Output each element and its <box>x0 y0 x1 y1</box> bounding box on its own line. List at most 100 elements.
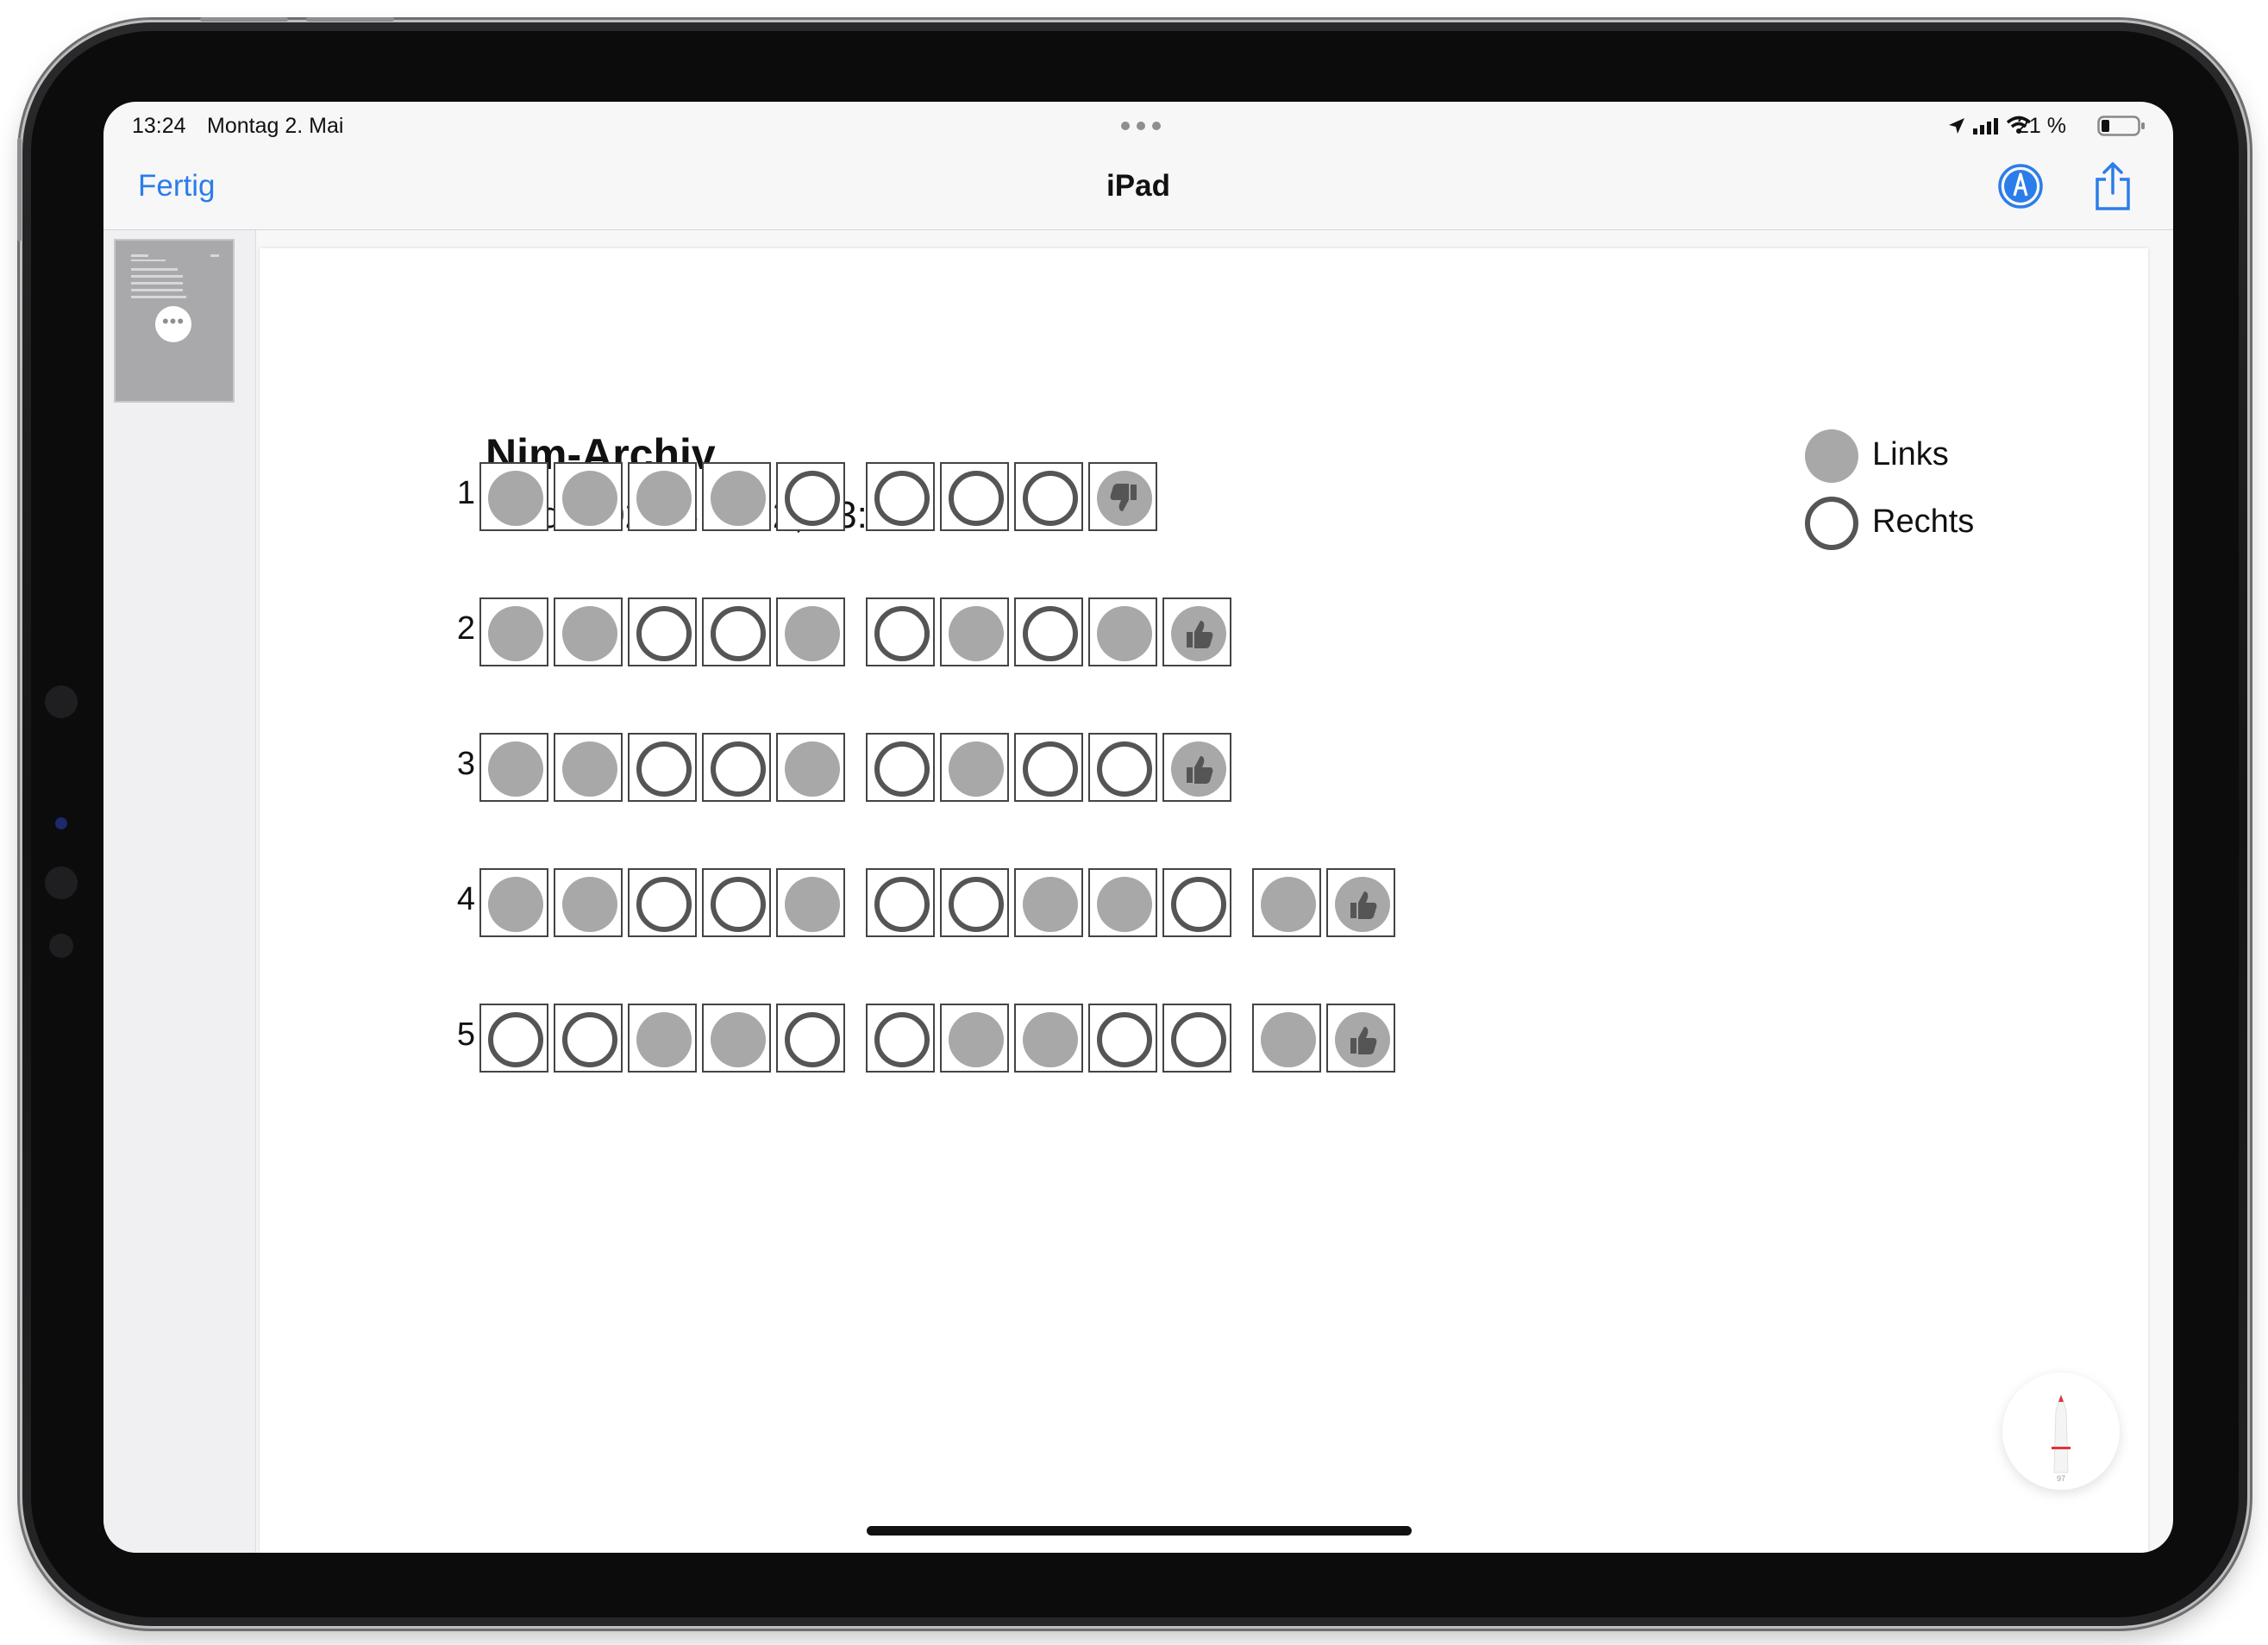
filled-token-icon <box>562 741 617 797</box>
move-cell-rechts <box>866 462 935 531</box>
filled-token-icon <box>488 877 543 932</box>
outline-token-icon <box>785 471 840 526</box>
move-cell-links <box>554 868 623 937</box>
move-cell-rechts <box>628 597 697 666</box>
document-page: Nim-Archiv iPad – 02.05.2022, 13:23 Link… <box>260 248 2148 1553</box>
markup-pen-icon[interactable] <box>1996 162 2045 210</box>
move-cell-links <box>554 733 623 802</box>
navigation-bar: Fertig iPad <box>103 150 2173 230</box>
game-archive: 1 2 3 4 5 <box>260 248 2148 1553</box>
filled-token-icon <box>488 741 543 797</box>
move-cell-rechts <box>479 1004 548 1073</box>
pencil-icon[interactable]: 97 <box>2002 1373 2120 1490</box>
status-indicators: 21 % <box>1947 112 2146 138</box>
camera-sensor-1 <box>45 685 78 718</box>
filled-token-icon <box>711 1012 766 1067</box>
move-cell-links <box>1014 1004 1083 1073</box>
filled-token-icon <box>1261 877 1316 932</box>
move-cell-links <box>940 1004 1009 1073</box>
thumbs-up-icon <box>1335 877 1390 932</box>
move-cell-rechts <box>702 597 771 666</box>
document-name-title: iPad <box>1106 169 1170 203</box>
move-cell-rechts <box>776 462 845 531</box>
outline-token-icon <box>874 877 930 932</box>
filled-token-icon <box>1097 877 1152 932</box>
filled-token-icon <box>562 471 617 526</box>
camera-sensor-3 <box>49 934 73 958</box>
cellular-signal-icon <box>1973 118 1998 134</box>
side-button-left <box>17 138 22 241</box>
move-cell-links <box>554 597 623 666</box>
filled-token-icon <box>636 471 692 526</box>
page-thumbnail[interactable]: ••• <box>114 239 235 403</box>
move-cell-links <box>702 1004 771 1073</box>
multitasking-dots[interactable] <box>1121 120 1162 132</box>
pencil-level: 97 <box>2057 1474 2065 1483</box>
filled-token-icon <box>562 606 617 661</box>
status-bar: 13:24 Montag 2. Mai 21 % <box>103 102 2173 150</box>
move-cell-rechts <box>1014 733 1083 802</box>
move-cell-links <box>628 462 697 531</box>
screen: 13:24 Montag 2. Mai 21 % Fertig iPad •••… <box>103 102 2173 1553</box>
pencil-icon-graphic: 97 <box>2052 1393 2071 1483</box>
filled-token-icon <box>949 606 1004 661</box>
status-date: Montag 2. Mai <box>207 114 344 138</box>
outline-token-icon <box>636 606 692 661</box>
outline-token-icon <box>949 471 1004 526</box>
filled-token-icon <box>711 471 766 526</box>
result-cell-win <box>1162 597 1231 666</box>
move-cell-links <box>628 1004 697 1073</box>
result-cell-loss <box>1088 462 1157 531</box>
outline-token-icon <box>1023 741 1078 797</box>
move-cell-rechts <box>554 1004 623 1073</box>
move-cell-links <box>702 462 771 531</box>
outline-token-icon <box>1171 877 1226 932</box>
filled-token-icon <box>488 606 543 661</box>
outline-token-icon <box>1023 471 1078 526</box>
outline-token-icon <box>1171 1012 1226 1067</box>
outline-token-icon <box>874 1012 930 1067</box>
home-indicator[interactable] <box>867 1526 1412 1536</box>
move-cell-rechts <box>628 868 697 937</box>
top-button-2 <box>306 17 394 22</box>
move-cell-links <box>1088 597 1157 666</box>
top-button-1 <box>200 17 288 22</box>
outline-token-icon <box>711 741 766 797</box>
outline-token-icon <box>1097 1012 1152 1067</box>
move-cell-rechts <box>1162 1004 1231 1073</box>
result-cell-win <box>1162 733 1231 802</box>
filled-token-icon <box>636 1012 692 1067</box>
location-arrow-icon <box>1949 118 1964 134</box>
outline-token-icon <box>1097 741 1152 797</box>
more-icon[interactable]: ••• <box>155 306 191 342</box>
thumbs-up-icon <box>1171 741 1226 797</box>
move-cell-links <box>940 597 1009 666</box>
game-row: 2 <box>260 597 2148 666</box>
outline-token-icon <box>785 1012 840 1067</box>
move-cell-rechts <box>940 868 1009 937</box>
move-cell-rechts <box>628 733 697 802</box>
camera-lens <box>55 817 67 829</box>
outline-token-icon <box>949 877 1004 932</box>
move-cell-rechts <box>866 597 935 666</box>
outline-token-icon <box>874 741 930 797</box>
move-cell-links <box>554 462 623 531</box>
filled-token-icon <box>785 606 840 661</box>
move-cell-links <box>1014 868 1083 937</box>
game-row: 1 <box>260 462 2148 531</box>
move-cell-links <box>1088 868 1157 937</box>
move-cell-links <box>940 733 1009 802</box>
battery-icon <box>2097 116 2145 136</box>
camera-sensor-2 <box>45 866 78 899</box>
status-time: 13:24 <box>132 114 186 138</box>
battery-percentage: 21 % <box>2017 114 2066 138</box>
share-icon[interactable] <box>2092 160 2133 212</box>
move-cell-rechts <box>776 1004 845 1073</box>
move-cell-rechts <box>866 1004 935 1073</box>
game-number: 2 <box>456 610 475 647</box>
move-cell-rechts <box>1088 1004 1157 1073</box>
move-cell-links <box>479 733 548 802</box>
thumbs-down-icon <box>1097 471 1152 526</box>
done-button[interactable]: Fertig <box>138 169 215 203</box>
result-cell-win <box>1326 868 1395 937</box>
